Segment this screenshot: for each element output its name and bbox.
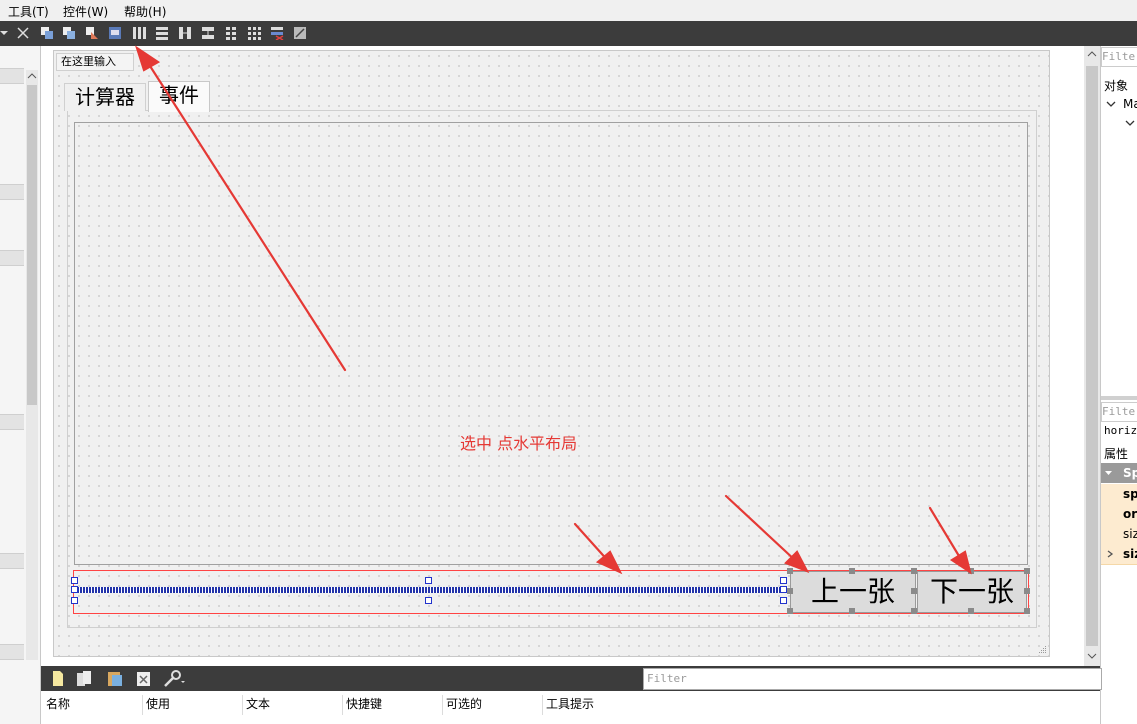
menu-bar: 工具(T) 控件(W) 帮助(H) <box>0 0 1137 21</box>
tab-calculator[interactable]: 计算器 <box>64 83 146 111</box>
selection-handle[interactable] <box>71 586 78 593</box>
selection-handle[interactable] <box>849 568 855 574</box>
delete-action-icon[interactable] <box>136 670 152 687</box>
selection-handle[interactable] <box>911 608 917 614</box>
chevron-down-icon <box>1105 471 1112 475</box>
object-tree-item[interactable]: Ma <box>1123 97 1137 111</box>
menu-type-here[interactable]: 在这里输入 <box>56 53 134 71</box>
selection-handle[interactable] <box>425 597 432 604</box>
selection-handle[interactable] <box>787 588 793 594</box>
chevron-down-icon[interactable] <box>1106 100 1116 108</box>
property-row[interactable]: or <box>1101 504 1137 525</box>
annotation-text: 选中 点水平布局 <box>460 434 578 453</box>
menu-tools[interactable]: 工具(T) <box>8 3 49 20</box>
property-row-label: siz <box>1123 527 1137 541</box>
close-icon[interactable] <box>16 26 30 40</box>
column-header-text[interactable]: 文本 <box>246 695 343 715</box>
canvas-scrollbar-thumb[interactable] <box>1086 66 1098 646</box>
selection-handle[interactable] <box>911 588 917 594</box>
layout-form-icon[interactable] <box>224 26 238 40</box>
scroll-down-icon[interactable] <box>1087 652 1097 660</box>
selection-handle[interactable] <box>425 577 432 584</box>
action-filter-input[interactable]: Filter <box>643 668 1102 690</box>
column-header-name[interactable]: 名称 <box>46 695 143 715</box>
tab-event[interactable]: 事件 <box>148 81 210 112</box>
menu-widgets[interactable]: 控件(W) <box>63 3 108 20</box>
selection-handle[interactable] <box>780 597 787 604</box>
property-row[interactable]: siz <box>1101 524 1137 545</box>
adjust-size-icon[interactable] <box>293 26 307 40</box>
widget-category-header[interactable] <box>0 250 24 266</box>
break-layout-icon[interactable] <box>270 26 284 40</box>
layout-splitter-horizontal-icon[interactable] <box>178 26 192 40</box>
property-group-header[interactable]: Sp <box>1101 463 1137 483</box>
selection-handle[interactable] <box>780 577 787 584</box>
column-header-used[interactable]: 使用 <box>146 695 243 715</box>
resize-grip-icon[interactable] <box>1038 645 1047 654</box>
scroll-up-icon[interactable] <box>27 72 37 80</box>
property-filter-input[interactable]: Filter <box>1101 402 1137 422</box>
next-button[interactable]: 下一张 <box>917 571 1027 613</box>
edit-buddies-icon[interactable] <box>85 26 99 40</box>
dock-splitter[interactable] <box>1101 396 1137 400</box>
selection-handle[interactable] <box>911 568 917 574</box>
object-inspector-header: 对象 <box>1104 79 1129 93</box>
chevron-down-icon[interactable] <box>1125 119 1135 127</box>
widget-category-header[interactable] <box>0 68 24 84</box>
copy-action-icon[interactable] <box>76 670 94 687</box>
left-scrollbar-thumb[interactable] <box>27 85 37 405</box>
widget-category-header[interactable] <box>0 553 24 569</box>
horizontal-spacer[interactable] <box>74 587 784 593</box>
layout-vertical-icon[interactable] <box>155 26 169 40</box>
edit-signals-icon[interactable] <box>62 26 76 40</box>
column-header-checkable[interactable]: 可选的 <box>446 695 543 715</box>
selection-handle[interactable] <box>1024 608 1030 614</box>
text-browser[interactable] <box>74 122 1028 565</box>
layout-horizontal-icon[interactable] <box>132 26 146 40</box>
chevron-down-icon[interactable] <box>0 26 8 40</box>
right-dock-panel <box>1100 46 1137 724</box>
property-object-name: horizo <box>1104 424 1137 437</box>
paste-action-icon[interactable] <box>107 670 123 687</box>
selection-handle[interactable] <box>787 608 793 614</box>
selection-handle[interactable] <box>787 568 793 574</box>
property-group-label: Sp <box>1123 466 1137 480</box>
widget-category-header[interactable] <box>0 414 24 430</box>
property-row[interactable]: siz <box>1101 544 1137 565</box>
wrench-icon[interactable] <box>162 669 186 688</box>
widget-category-header[interactable] <box>0 184 24 200</box>
selection-handle[interactable] <box>968 608 974 614</box>
edit-tab-order-icon[interactable] <box>108 26 122 40</box>
selection-handle[interactable] <box>780 586 787 593</box>
selection-handle[interactable] <box>968 568 974 574</box>
selection-handle[interactable] <box>71 597 78 604</box>
property-row-label: sp <box>1123 487 1137 501</box>
property-editor-header: 属性 <box>1104 447 1129 461</box>
object-filter-input[interactable]: Filter <box>1101 47 1137 67</box>
selection-handle[interactable] <box>1024 568 1030 574</box>
column-header-tooltip[interactable]: 工具提示 <box>546 695 642 715</box>
menu-help[interactable]: 帮助(H) <box>124 3 166 20</box>
edit-widgets-icon[interactable] <box>40 26 54 40</box>
layout-grid-icon[interactable] <box>247 26 261 40</box>
widget-category-header[interactable] <box>0 644 24 660</box>
prev-button[interactable]: 上一张 <box>790 571 916 613</box>
selection-handle[interactable] <box>1024 588 1030 594</box>
scroll-up-icon[interactable] <box>1087 50 1097 58</box>
selection-handle[interactable] <box>71 577 78 584</box>
property-row-label: or <box>1123 507 1137 521</box>
new-action-icon[interactable] <box>51 670 65 687</box>
main-toolbar <box>0 21 1137 46</box>
selection-handle[interactable] <box>849 608 855 614</box>
property-row[interactable]: sp <box>1101 484 1137 505</box>
layout-splitter-vertical-icon[interactable] <box>201 26 215 40</box>
chevron-right-icon[interactable] <box>1107 550 1114 558</box>
column-header-shortcut[interactable]: 快捷键 <box>346 695 443 715</box>
